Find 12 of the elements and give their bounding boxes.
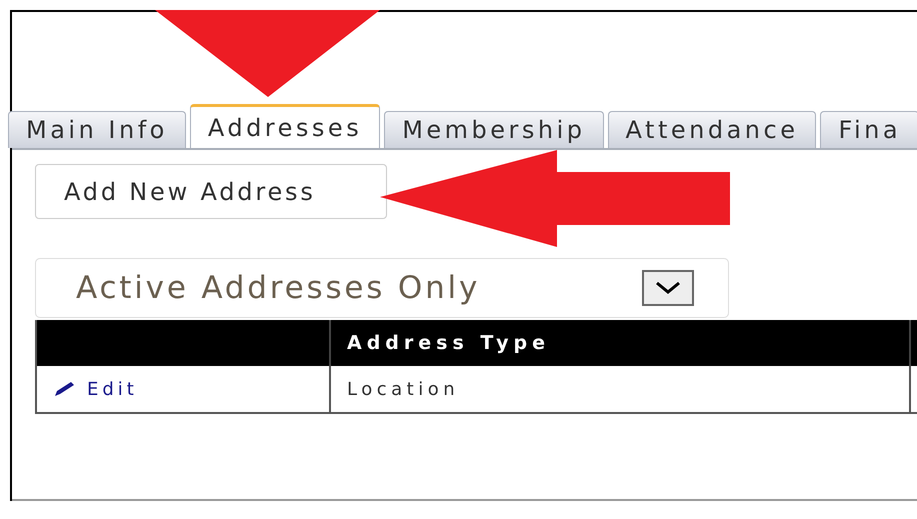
table-cell: Location (347, 378, 460, 400)
column-header: Address Type (347, 332, 550, 354)
tab[interactable]: Fina (820, 111, 917, 148)
tab[interactable]: Addresses (190, 104, 380, 148)
tab[interactable]: Main Info (8, 111, 186, 148)
filter-dropdown[interactable]: Active Addresses Only (35, 258, 729, 318)
tab[interactable]: Membership (384, 111, 604, 148)
tab[interactable]: Attendance (608, 111, 816, 148)
add-address-button[interactable]: Add New Address (35, 164, 387, 219)
chevron-down-icon[interactable] (642, 270, 694, 306)
dropdown-value: Active Addresses Only (76, 270, 480, 306)
edit-link[interactable]: Edit (53, 378, 138, 400)
